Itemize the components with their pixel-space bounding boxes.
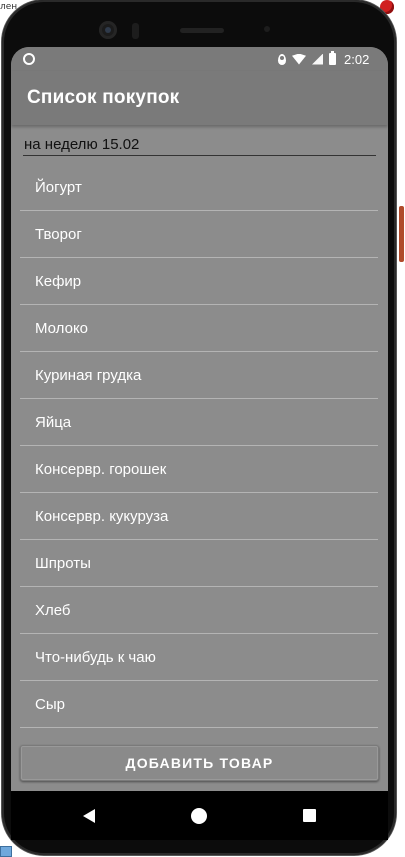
list-item-label: Что-нибудь к чаю	[35, 649, 156, 666]
navigation-bar	[11, 791, 388, 840]
desktop-taskbar-icon	[0, 846, 12, 857]
wifi-icon	[292, 53, 306, 65]
list-item-label: Куриная грудка	[35, 367, 142, 384]
list-item[interactable]: Яйца	[20, 399, 378, 446]
status-icons: 2:02	[278, 51, 369, 67]
light-sensor	[264, 26, 270, 32]
list-item[interactable]: Консервр. горошек	[20, 446, 378, 493]
list-name-field[interactable]: на неделю 15.02	[23, 134, 376, 156]
list-item[interactable]: Хлеб	[20, 587, 378, 634]
shopping-list: Йогурт Творог Кефир Молоко Куриная грудк…	[20, 164, 378, 728]
list-item[interactable]: Сыр	[20, 681, 378, 728]
home-icon[interactable]	[191, 808, 207, 824]
list-item-label: Йогурт	[35, 179, 82, 196]
front-camera	[99, 21, 117, 39]
list-item[interactable]: Консервр. кукуруза	[20, 493, 378, 540]
app-bar: Список покупок	[11, 71, 388, 125]
battery-icon	[329, 51, 336, 65]
list-item-label: Хлеб	[35, 602, 71, 619]
list-item-label: Творог	[35, 226, 82, 243]
location-icon	[278, 53, 286, 65]
earpiece-speaker	[180, 28, 224, 33]
list-item[interactable]: Молоко	[20, 305, 378, 352]
list-item-label: Яйца	[35, 414, 72, 431]
power-button[interactable]	[399, 206, 404, 262]
app-screen: 2:02 Список покупок на неделю 15.02 Йогу…	[11, 47, 388, 823]
list-item-label: Сыр	[35, 696, 65, 713]
back-icon[interactable]	[83, 809, 95, 823]
list-item[interactable]: Куриная грудка	[20, 352, 378, 399]
list-item-label: Шпроты	[35, 555, 91, 572]
add-item-button-label: ДОБАВИТЬ ТОВАР	[125, 755, 274, 771]
recents-icon[interactable]	[303, 809, 316, 822]
record-circle-icon	[23, 53, 35, 65]
status-bar: 2:02	[11, 47, 388, 71]
status-time: 2:02	[344, 51, 370, 67]
page-title: Список покупок	[27, 87, 180, 108]
list-item[interactable]: Что-нибудь к чаю	[20, 634, 378, 681]
signal-icon	[312, 53, 323, 65]
list-item-label: Консервр. кукуруза	[35, 508, 169, 525]
list-name-value[interactable]: на неделю 15.02	[24, 136, 139, 153]
list-item[interactable]: Кефир	[20, 258, 378, 305]
add-item-button[interactable]: ДОБАВИТЬ ТОВАР	[20, 745, 379, 781]
list-item-label: Молоко	[35, 320, 89, 337]
list-item-label: Кефир	[35, 273, 82, 290]
list-item[interactable]: Шпроты	[20, 540, 378, 587]
list-item-label: Консервр. горошек	[35, 461, 167, 478]
list-item[interactable]: Йогурт	[20, 164, 378, 211]
list-item[interactable]: Творог	[20, 211, 378, 258]
proximity-sensor	[132, 23, 139, 39]
